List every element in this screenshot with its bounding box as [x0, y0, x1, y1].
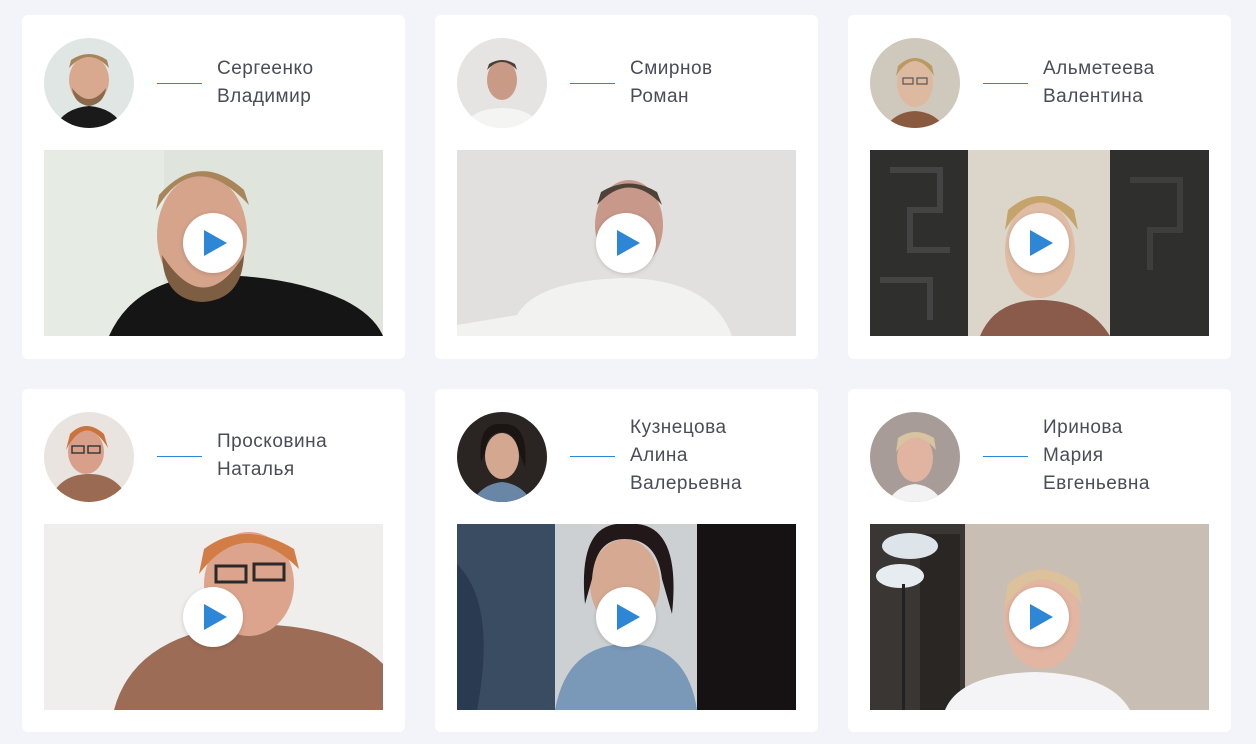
video-thumbnail[interactable]	[870, 524, 1209, 710]
play-button[interactable]	[596, 213, 656, 273]
testimonial-name: Смирнов Роман	[630, 55, 713, 111]
testimonial-card: Альметеева Валентина	[848, 15, 1231, 359]
avatar	[44, 412, 134, 502]
video-thumbnail[interactable]	[457, 524, 796, 710]
testimonial-card: Кузнецова Алина Валерьевна	[435, 389, 818, 732]
testimonial-card: Сергеенко Владимир	[22, 15, 405, 359]
avatar	[870, 412, 960, 502]
play-icon	[617, 604, 640, 630]
name-line: Сергеенко	[217, 58, 314, 79]
video-thumbnail[interactable]	[44, 524, 383, 710]
name-line: Иринова	[1043, 417, 1123, 438]
testimonial-name: Сергеенко Владимир	[217, 55, 314, 111]
name-line: Просковина	[217, 431, 328, 452]
name-line: Роман	[630, 86, 690, 107]
video-thumbnail[interactable]	[44, 150, 383, 336]
name-divider	[570, 83, 615, 84]
play-icon	[1030, 230, 1053, 256]
play-icon	[204, 604, 227, 630]
name-divider	[983, 83, 1028, 84]
play-button[interactable]	[1009, 587, 1069, 647]
video-thumbnail[interactable]	[870, 150, 1209, 336]
name-line: Валерьевна	[630, 473, 743, 494]
name-divider	[157, 83, 202, 84]
name-line: Альметеева	[1043, 58, 1155, 79]
testimonial-card: Просковина Наталья	[22, 389, 405, 732]
testimonials-grid: Сергеенко Владимир Смирнов Роман Альмете…	[0, 0, 1256, 744]
play-button[interactable]	[183, 213, 243, 273]
name-line: Смирнов	[630, 58, 713, 79]
name-divider	[157, 456, 202, 457]
play-icon	[1030, 604, 1053, 630]
testimonial-name: Альметеева Валентина	[1043, 55, 1155, 111]
avatar	[870, 38, 960, 128]
name-line: Наталья	[217, 459, 295, 480]
name-divider	[983, 456, 1028, 457]
testimonial-card: Иринова Мария Евгеньевна	[848, 389, 1231, 732]
name-line: Алина	[630, 445, 688, 466]
play-icon	[204, 230, 227, 256]
avatar	[44, 38, 134, 128]
play-icon	[617, 230, 640, 256]
testimonial-card: Смирнов Роман	[435, 15, 818, 359]
avatar	[457, 412, 547, 502]
testimonial-name: Кузнецова Алина Валерьевна	[630, 414, 742, 498]
video-thumbnail[interactable]	[457, 150, 796, 336]
name-line: Владимир	[217, 86, 312, 107]
name-divider	[570, 456, 615, 457]
play-button[interactable]	[596, 587, 656, 647]
play-button[interactable]	[183, 587, 243, 647]
testimonial-name: Просковина Наталья	[217, 428, 327, 484]
name-line: Валентина	[1043, 86, 1144, 107]
name-line: Евгеньевна	[1043, 473, 1150, 494]
avatar	[457, 38, 547, 128]
name-line: Мария	[1043, 445, 1104, 466]
play-button[interactable]	[1009, 213, 1069, 273]
testimonial-name: Иринова Мария Евгеньевна	[1043, 414, 1150, 498]
name-line: Кузнецова	[630, 417, 727, 438]
